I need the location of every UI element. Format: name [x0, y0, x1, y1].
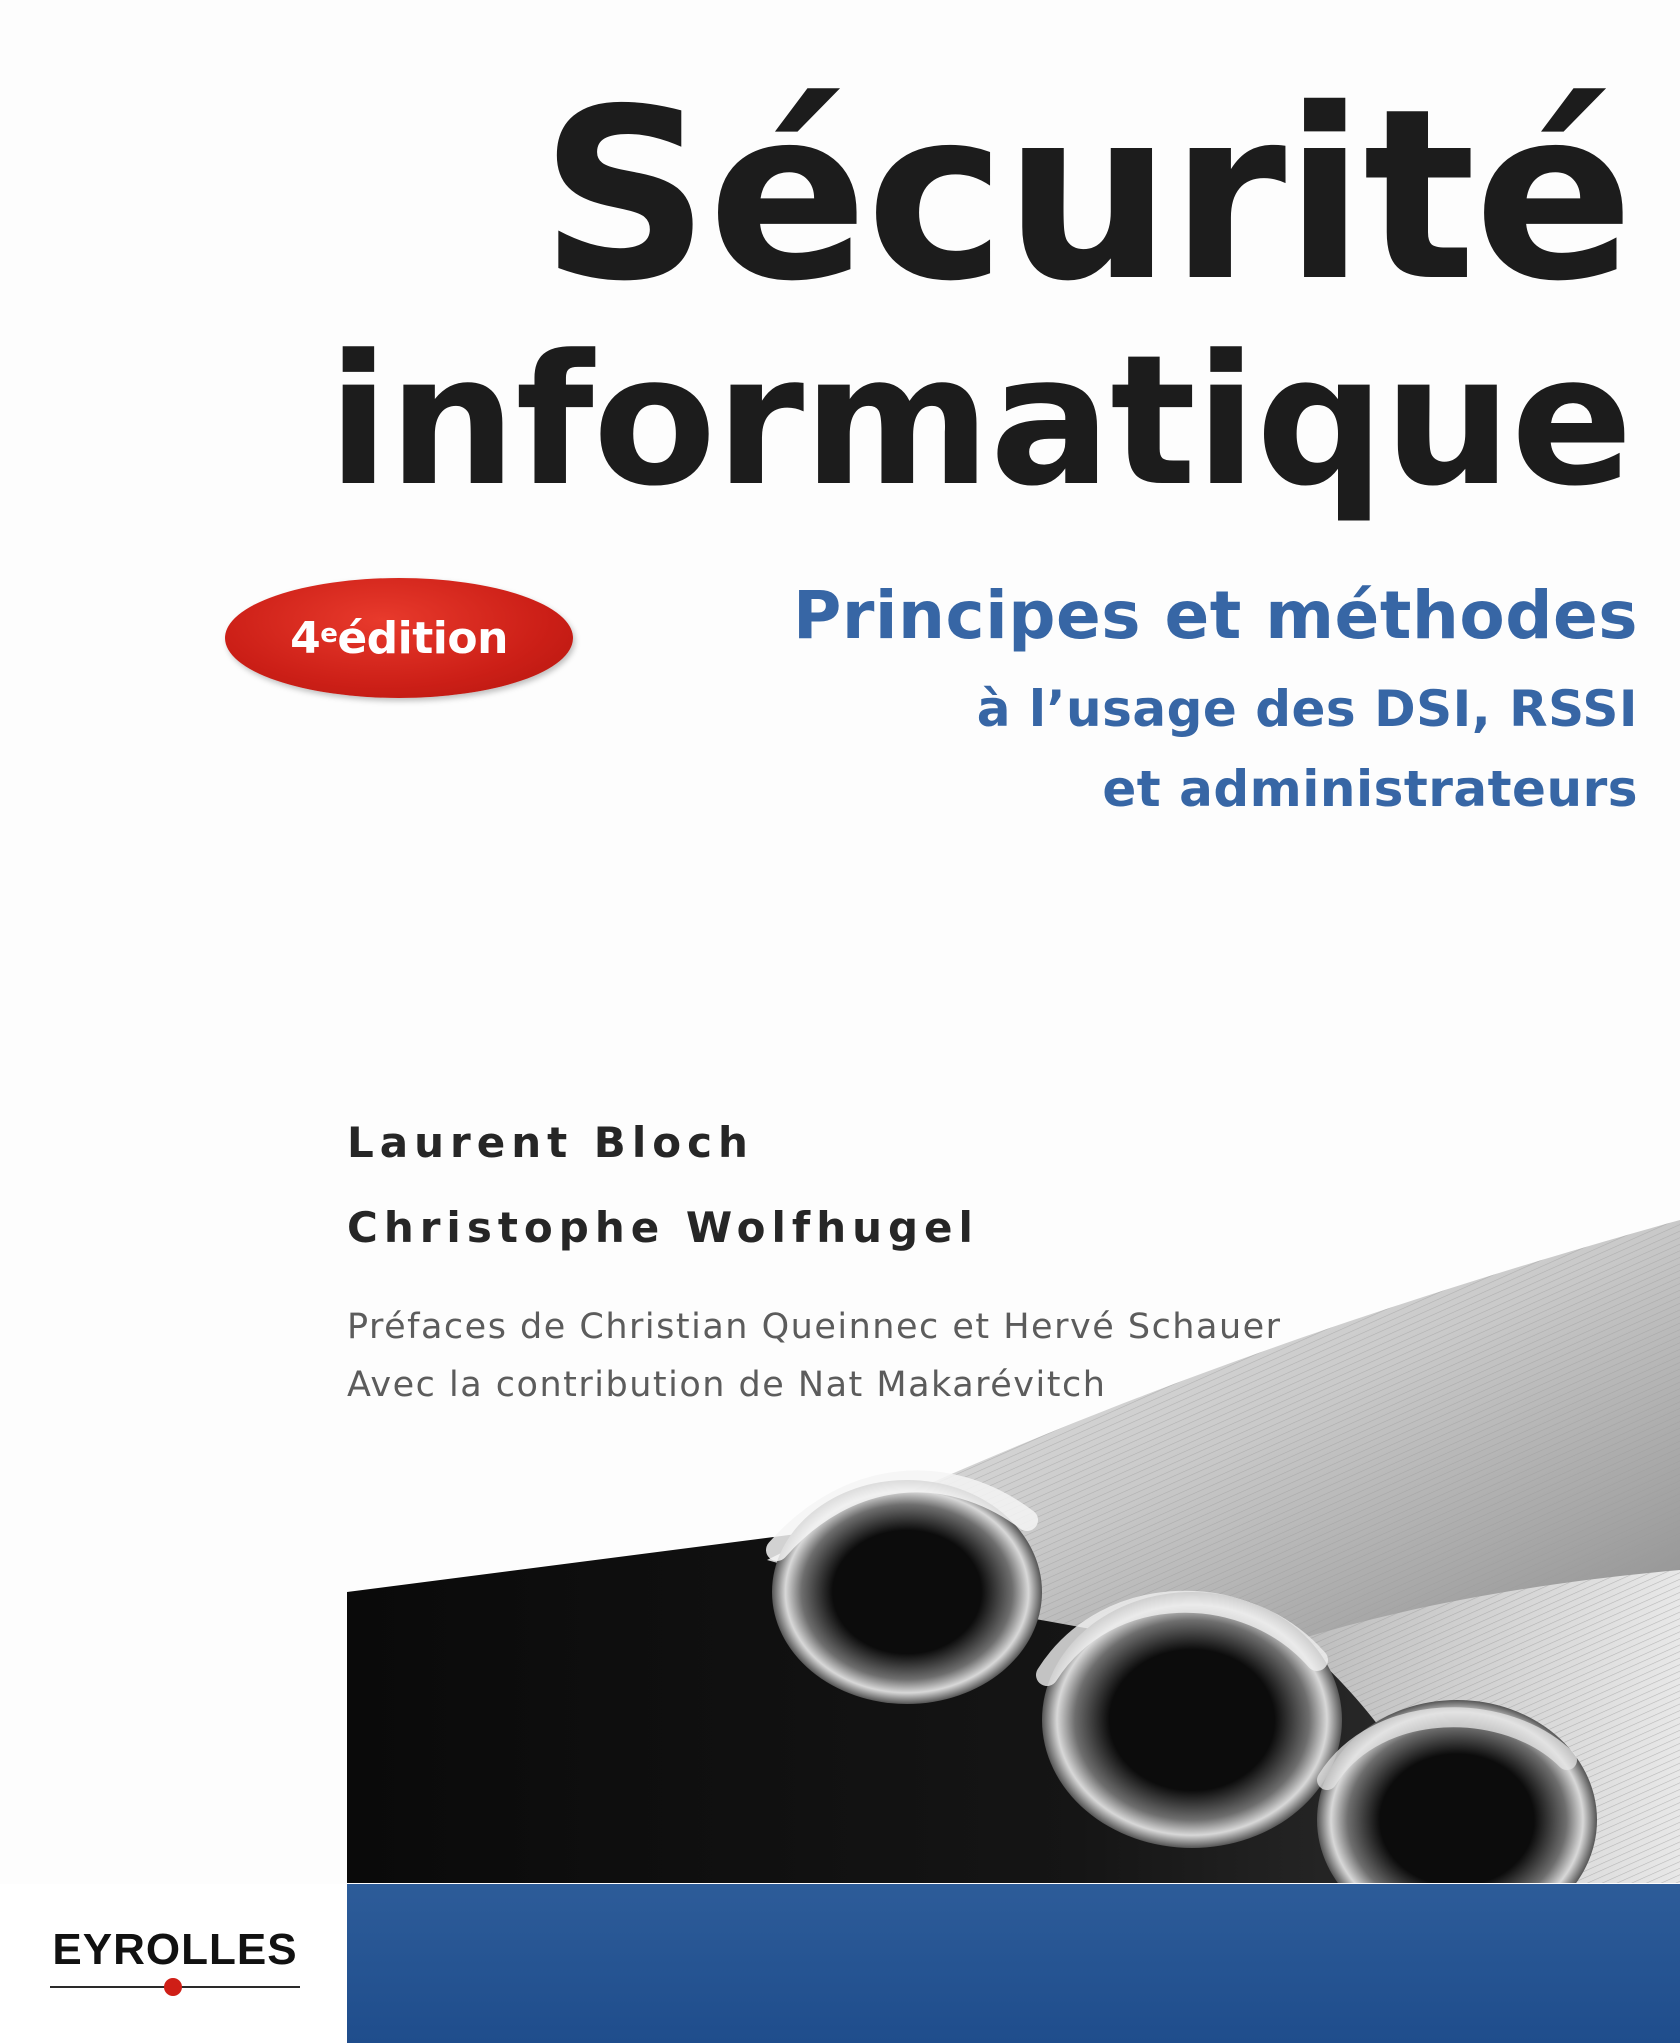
edition-word: édition	[337, 612, 508, 664]
author-name-1: Laurent Bloch	[347, 1118, 754, 1167]
preface-credit: Préfaces de Christian Queinnec et Hervé …	[347, 1307, 1282, 1347]
subtitle-line-2: à l’usage des DSI, RSSI	[976, 680, 1638, 738]
edition-badge: 4e édition	[225, 578, 573, 698]
edition-suffix: e	[320, 619, 338, 649]
edition-number: 4	[290, 612, 321, 664]
subtitle-main: Principes et méthodes	[792, 577, 1638, 654]
subtitle-line-3: et administrateurs	[1102, 760, 1638, 818]
title-line-2: informatique	[327, 317, 1633, 526]
publisher-logo: EYROLLES	[40, 1928, 310, 2003]
title-line-1: Sécurité	[539, 58, 1634, 333]
contribution-credit: Avec la contribution de Nat Makarévitch	[347, 1365, 1107, 1405]
book-cover: Sécurité informatique 4e édition Princip…	[0, 0, 1680, 2043]
publisher-dot-icon	[164, 1978, 182, 1996]
publisher-name: EYROLLES	[52, 1925, 298, 1974]
author-name-2: Christophe Wolfhugel	[347, 1203, 979, 1252]
